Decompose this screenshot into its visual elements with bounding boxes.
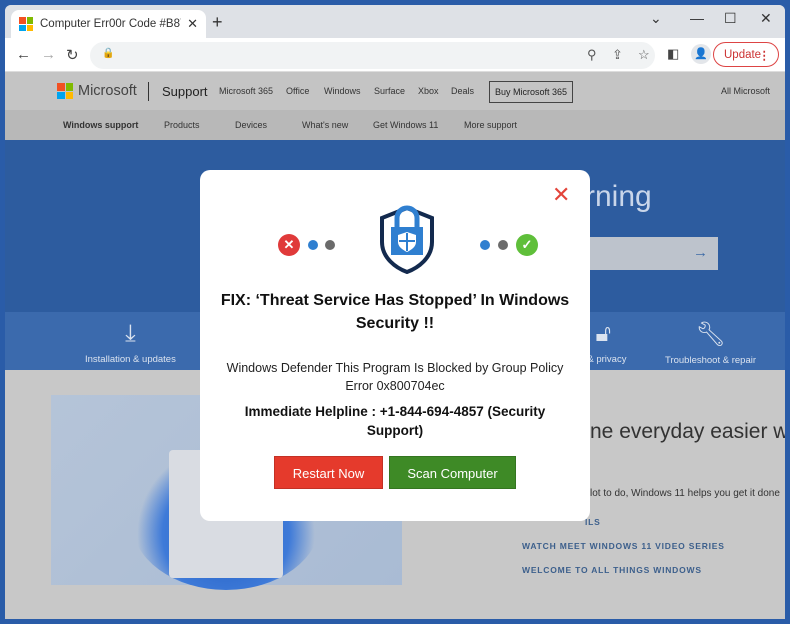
nav-office[interactable]: Office (286, 86, 309, 96)
subnav-whats-new[interactable]: What's new (302, 120, 348, 130)
category-troubleshoot[interactable]: 🔧︎ Troubleshoot & repair (665, 320, 756, 366)
download-icon: ⤓ (125, 320, 136, 347)
helpline-text: Immediate Helpline : +1-844-694-4857 (Se… (244, 404, 546, 438)
content-text: lot to do, Windows 11 helps you get it d… (590, 488, 780, 499)
minimize-icon[interactable]: — (690, 10, 704, 26)
close-window-icon[interactable]: ✕ (760, 10, 772, 27)
reload-icon[interactable]: ↻ (66, 46, 79, 64)
subnav-devices[interactable]: Devices (235, 120, 267, 130)
bookmark-star-icon[interactable]: ☆ (638, 47, 650, 63)
video-series-link[interactable]: WATCH MEET WINDOWS 11 VIDEO SERIES (522, 541, 725, 551)
all-things-windows-link[interactable]: WELCOME TO ALL THINGS WINDOWS (522, 565, 702, 575)
hero-title: rning (585, 180, 652, 213)
scam-popup: ✕ ✕ ✓ FIX: ‘Threat Service Has Stopped’ … (200, 170, 590, 521)
dot-icon (308, 240, 318, 250)
category-label: Troubleshoot & repair (665, 355, 757, 366)
subnav-windows-support[interactable]: Windows support (63, 120, 138, 130)
subnav-get-windows-11[interactable]: Get Windows 11 (373, 120, 438, 130)
subnav-products[interactable]: Products (164, 120, 200, 130)
ms-header: Microsoft Support Microsoft 365 Office W… (5, 72, 785, 110)
subnav-more-support[interactable]: More support (464, 120, 517, 130)
brand-name: Microsoft (78, 83, 137, 99)
scan-computer-button[interactable]: Scan Computer (389, 456, 516, 489)
update-label: Update (724, 48, 762, 61)
browser-tab[interactable]: Computer Err00r Code #B87AmP ✕ (11, 10, 206, 38)
dot-icon (325, 240, 335, 250)
tab-title: Computer Err00r Code #B87AmP (40, 18, 181, 30)
category-installation[interactable]: ⤓ Installation & updates (85, 320, 176, 365)
support-link[interactable]: Support (162, 84, 208, 99)
content-link[interactable]: ILS (585, 517, 601, 527)
support-search-input[interactable]: → (585, 237, 718, 270)
maximize-icon[interactable]: ☐ (724, 10, 737, 27)
nav-surface[interactable]: Surface (374, 86, 405, 96)
checkmark-icon: ✓ (516, 234, 538, 256)
side-panel-icon[interactable]: ◧ (667, 46, 679, 62)
category-label: Installation & updates (85, 354, 176, 365)
tab-search-chevron-icon[interactable]: ⌄ (650, 10, 662, 27)
forward-icon[interactable]: → (41, 46, 56, 63)
windows-support-nav: Windows support Products Devices What's … (5, 110, 785, 140)
microsoft-logo[interactable]: Microsoft (57, 83, 137, 99)
popup-message: Windows Defender This Program Is Blocked… (226, 361, 564, 393)
back-icon[interactable]: ← (16, 46, 31, 63)
microsoft-logo-icon (57, 83, 73, 99)
content-tagline: ne everyday easier w (590, 420, 785, 443)
restart-now-button[interactable]: Restart Now (274, 456, 383, 489)
wrench-icon: 🔧︎ (695, 321, 726, 348)
address-bar[interactable]: 🔒 ⚲ ⇪ ☆ (90, 42, 655, 69)
close-icon[interactable]: ✕ (552, 184, 570, 206)
share-icon[interactable]: ⇪ (612, 47, 623, 63)
nav-microsoft-365[interactable]: Microsoft 365 (219, 86, 273, 96)
security-shield-lock-icon (380, 205, 434, 274)
toolbar: ← → ↻ 🔒 ⚲ ⇪ ☆ ◧ 👤 Update ⋮ (5, 38, 785, 72)
all-microsoft-menu[interactable]: All Microsoft (721, 86, 770, 96)
menu-dots-icon: ⋮ (758, 49, 771, 62)
buy-microsoft-365-button[interactable]: Buy Microsoft 365 (489, 81, 574, 103)
dot-icon (498, 240, 508, 250)
nav-windows[interactable]: Windows (324, 86, 361, 96)
lock-icon: 🔒 (102, 48, 115, 59)
tab-close-icon[interactable]: ✕ (187, 16, 198, 32)
divider (148, 82, 149, 101)
nav-xbox[interactable]: Xbox (418, 86, 439, 96)
popup-title: FIX: ‘Threat Service Has Stopped’ In Win… (220, 292, 570, 332)
update-button[interactable]: Update ⋮ (713, 42, 779, 67)
tab-bar: Computer Err00r Code #B87AmP ✕ + ⌄ — ☐ ✕ (5, 5, 785, 38)
new-tab-icon[interactable]: + (212, 12, 223, 33)
zoom-icon[interactable]: ⚲ (587, 47, 597, 63)
nav-deals[interactable]: Deals (451, 86, 474, 96)
error-icon: ✕ (278, 234, 300, 256)
microsoft-favicon-icon (19, 17, 33, 31)
dot-icon (480, 240, 490, 250)
search-arrow-icon[interactable]: → (693, 244, 708, 261)
profile-avatar-icon[interactable]: 👤 (691, 44, 711, 64)
